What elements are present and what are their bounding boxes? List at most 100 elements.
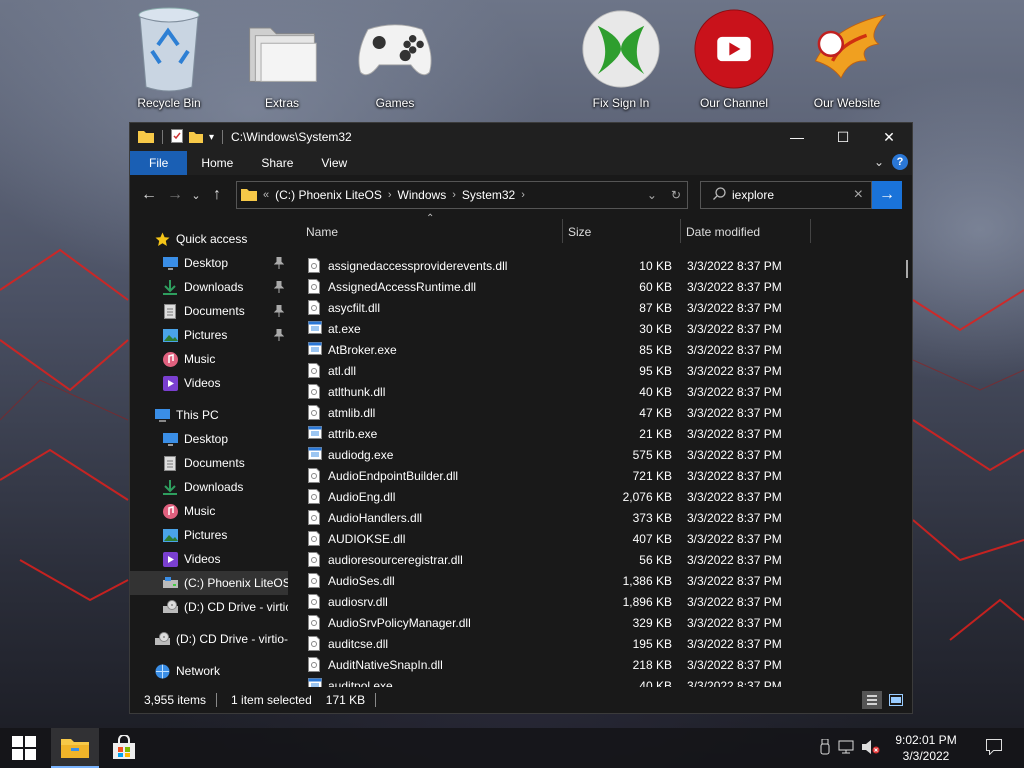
start-button[interactable] [0, 728, 48, 768]
details-view-button[interactable] [862, 691, 882, 709]
desktop-icon-label: Fix Sign In [592, 96, 650, 110]
address-bar[interactable]: « (C:) Phoenix LiteOS › Windows › System… [236, 181, 688, 209]
column-divider[interactable] [680, 219, 681, 243]
column-name[interactable]: Name [306, 225, 338, 239]
file-name: AssignedAccessRuntime.dll [328, 280, 477, 294]
table-row[interactable]: AudioEndpointBuilder.dll 721 KB 3/3/2022 8… [290, 465, 900, 486]
file-name: atmlib.dll [328, 406, 376, 420]
sidebar-item-music[interactable]: Music [130, 347, 288, 371]
breadcrumb-drive[interactable]: (C:) Phoenix LiteOS [275, 188, 382, 202]
table-row[interactable]: AuditNativeSnapIn.dll 218 KB 3/3/2022 8:37… [290, 654, 900, 675]
sidebar-item-desktop[interactable]: Desktop [130, 251, 288, 275]
breadcrumb-windows[interactable]: Windows [398, 188, 447, 202]
search-box[interactable]: × [700, 181, 872, 209]
notification-center-icon[interactable] [986, 738, 1002, 758]
refresh-icon[interactable]: ↻ [671, 188, 681, 202]
tab-share[interactable]: Share [247, 151, 307, 175]
sidebar-item-pc-downloads[interactable]: Downloads [130, 475, 288, 499]
up-button[interactable]: ↑ [204, 182, 230, 208]
table-row[interactable]: asycfilt.dll 87 KB 3/3/2022 8:37 PM [290, 297, 900, 318]
vertical-scrollbar-thumb[interactable] [906, 260, 908, 278]
chevron-down-icon[interactable]: ▾ [209, 132, 214, 143]
sidebar-item-pc-desktop[interactable]: Desktop [130, 427, 288, 451]
breadcrumb-system32[interactable]: System32 [462, 188, 515, 202]
table-row[interactable]: audiosrv.dll 1,896 KB 3/3/2022 8:37 PM [290, 591, 900, 612]
network-status-icon[interactable] [838, 740, 854, 757]
sidebar-item-cd-drive[interactable]: (D:) CD Drive - virtio- [130, 627, 288, 651]
table-row[interactable]: AudioSes.dll 1,386 KB 3/3/2022 8:37 PM [290, 570, 900, 591]
properties-icon[interactable] [171, 128, 183, 146]
table-row[interactable]: AudioEng.dll 2,076 KB 3/3/2022 8:37 PM [290, 486, 900, 507]
table-row[interactable]: at.exe 30 KB 3/3/2022 8:37 PM [290, 318, 900, 339]
clock[interactable]: 9:02:01 PM 3/3/2022 [886, 732, 966, 764]
table-row[interactable]: audiodg.exe 575 KB 3/3/2022 8:37 PM [290, 444, 900, 465]
taskbar-store[interactable] [100, 728, 148, 768]
tab-home[interactable]: Home [187, 151, 247, 175]
table-row[interactable]: AtBroker.exe 85 KB 3/3/2022 8:37 PM [290, 339, 900, 360]
table-row[interactable]: atmlib.dll 47 KB 3/3/2022 8:37 PM [290, 402, 900, 423]
volume-muted-icon[interactable] [862, 739, 880, 757]
navigation-pane[interactable]: Quick access Desktop Downloads Documents… [130, 215, 288, 687]
column-divider[interactable] [562, 219, 563, 243]
chevron-right-icon[interactable]: › [521, 189, 525, 201]
tab-view[interactable]: View [307, 151, 361, 175]
dll-file-icon [308, 489, 321, 504]
sidebar-item-drive-d[interactable]: (D:) CD Drive - virtio [130, 595, 288, 619]
clear-search-icon[interactable]: × [854, 186, 863, 204]
table-row[interactable]: AudioSrvPolicyManager.dll 329 KB 3/3/2022 … [290, 612, 900, 633]
column-divider[interactable] [810, 219, 811, 243]
table-row[interactable]: atl.dll 95 KB 3/3/2022 8:37 PM [290, 360, 900, 381]
chevron-right-icon[interactable]: › [452, 189, 456, 201]
minimize-button[interactable]: — [774, 123, 820, 151]
sidebar-item-quick-access[interactable]: Quick access [130, 227, 288, 251]
recent-locations-button[interactable]: ⌄ [188, 182, 204, 208]
desktop-icon-recycle-bin[interactable]: Recycle Bin [119, 4, 219, 110]
sidebar-item-downloads[interactable]: Downloads [130, 275, 288, 299]
table-row[interactable]: AUDIOKSE.dll 407 KB 3/3/2022 8:37 PM [290, 528, 900, 549]
tab-file[interactable]: File [130, 151, 188, 175]
overflow-chevron[interactable]: « [263, 189, 269, 201]
desktop-icon-extras[interactable]: Extras [232, 4, 332, 110]
large-icons-view-button[interactable] [886, 691, 906, 709]
table-row[interactable]: AudioHandlers.dll 373 KB 3/3/2022 8:37 PM [290, 507, 900, 528]
chevron-down-icon[interactable]: ⌄ [647, 188, 657, 202]
forward-button[interactable]: → [162, 182, 188, 208]
sidebar-item-documents[interactable]: Documents [130, 299, 288, 323]
sidebar-item-pictures[interactable]: Pictures [130, 323, 288, 347]
sidebar-item-pc-videos[interactable]: Videos [130, 547, 288, 571]
sidebar-item-videos[interactable]: Videos [130, 371, 288, 395]
sidebar-item-pc-documents[interactable]: Documents [130, 451, 288, 475]
desktop-icon-our-website[interactable]: Our Website [797, 4, 897, 110]
file-list[interactable]: Name ⌃ Size Date modified assignedaccess… [290, 213, 912, 693]
chevron-right-icon[interactable]: › [388, 189, 392, 201]
table-row[interactable]: AssignedAccessRuntime.dll 60 KB 3/3/2022 8… [290, 276, 900, 297]
search-go-button[interactable]: → [872, 181, 902, 209]
sidebar-item-pc-pictures[interactable]: Pictures [130, 523, 288, 547]
search-input[interactable] [732, 188, 842, 202]
maximize-button[interactable]: ☐ [820, 123, 866, 151]
column-date-modified[interactable]: Date modified [686, 225, 760, 239]
help-button[interactable]: ? [892, 154, 908, 170]
table-row[interactable]: auditcse.dll 195 KB 3/3/2022 8:37 PM [290, 633, 900, 654]
desktop-icon-fix-sign-in[interactable]: Fix Sign In [571, 4, 671, 110]
table-row[interactable]: audioresourceregistrar.dll 56 KB 3/3/2022 … [290, 549, 900, 570]
desktop-icon-our-channel[interactable]: Our Channel [684, 4, 784, 110]
sidebar-item-pc-music[interactable]: Music [130, 499, 288, 523]
desktop-icon-games[interactable]: Games [345, 4, 445, 110]
table-row[interactable]: attrib.exe 21 KB 3/3/2022 8:37 PM [290, 423, 900, 444]
new-folder-icon[interactable] [189, 129, 203, 146]
sidebar-item-this-pc[interactable]: This PC [130, 403, 288, 427]
title-bar[interactable]: ▾ C:\Windows\System32 — ☐ ✕ [130, 123, 912, 151]
taskbar-file-explorer[interactable] [51, 728, 99, 768]
expand-ribbon-icon[interactable]: ⌄ [874, 155, 884, 169]
sidebar-item-drive-c[interactable]: (C:) Phoenix LiteOS [130, 571, 288, 595]
file-size: 56 KB [639, 553, 672, 567]
file-size: 373 KB [632, 511, 672, 525]
back-button[interactable]: ← [136, 182, 162, 208]
table-row[interactable]: atlthunk.dll 40 KB 3/3/2022 8:37 PM [290, 381, 900, 402]
table-row[interactable]: assignedaccessproviderevents.dll 10 KB 3/3… [290, 255, 900, 276]
usb-icon[interactable] [820, 738, 830, 758]
sidebar-item-network[interactable]: Network [130, 659, 288, 683]
close-button[interactable]: ✕ [866, 123, 912, 151]
column-size[interactable]: Size [568, 225, 591, 239]
